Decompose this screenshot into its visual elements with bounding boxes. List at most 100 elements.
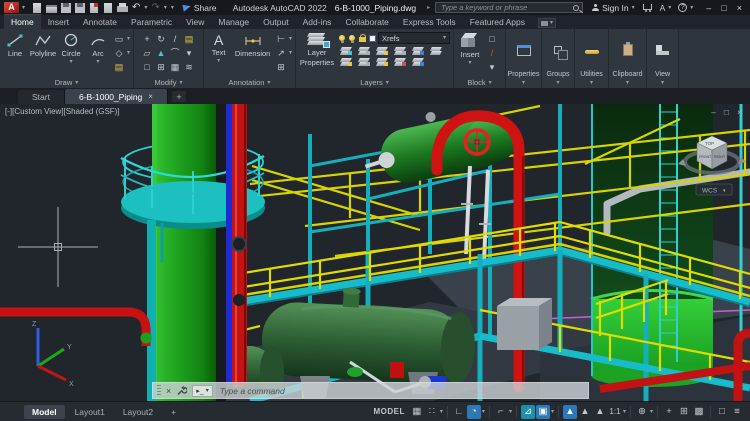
viewport-controls-label[interactable]: [-][Custom View][Shaded (GSF)]	[5, 107, 120, 116]
command-line-bar[interactable]: × ▸_ ▾	[152, 382, 589, 399]
help-dropdown-icon[interactable]: ▾	[690, 5, 693, 11]
leader-icon[interactable]: ↗	[275, 47, 287, 59]
open-file-icon[interactable]	[46, 4, 58, 13]
layer-unisolate-icon[interactable]	[394, 46, 406, 55]
modify-panel-title[interactable]: Modify ▾	[134, 77, 203, 88]
drawing-minimize-button[interactable]: –	[711, 107, 716, 117]
annotation-visibility-toggle[interactable]: ▲	[562, 404, 577, 419]
rect-dropdown-icon[interactable]: ▾	[127, 36, 130, 42]
table-icon[interactable]: ⊞	[275, 61, 287, 73]
save-icon[interactable]	[61, 2, 72, 13]
stretch-icon[interactable]: ≋	[183, 61, 195, 73]
command-bar-grip[interactable]	[157, 385, 161, 396]
insert-dropdown-icon[interactable]: ▾	[468, 60, 471, 66]
sign-in-button[interactable]: Sign In	[602, 3, 628, 13]
draw-panel-title[interactable]: Draw ▾	[0, 77, 133, 88]
save-as-icon[interactable]	[75, 2, 86, 13]
leader-dropdown-icon[interactable]: ▾	[289, 50, 292, 56]
fillet-icon[interactable]: ▲	[155, 47, 167, 59]
search-icon[interactable]	[573, 4, 580, 11]
layer-isolate-icon[interactable]	[376, 46, 388, 55]
create-block-icon[interactable]: □	[486, 33, 498, 45]
autodesk-a-icon[interactable]: A	[660, 3, 666, 13]
tab-document[interactable]: 6-B-1000_Piping ×	[64, 89, 168, 104]
redo-dropdown-icon[interactable]: ▾	[164, 5, 167, 11]
redo-icon[interactable]: ↷	[151, 2, 159, 13]
line-button[interactable]: Line	[3, 31, 27, 58]
command-close-icon[interactable]: ×	[166, 386, 171, 396]
ribbon-tab-parametric[interactable]: Parametric	[124, 15, 179, 29]
layer-freeze2-icon[interactable]	[412, 46, 424, 55]
circle-button[interactable]: Circle ▾	[59, 31, 83, 65]
layers-panel-title[interactable]: Layers ▾	[296, 77, 453, 88]
layer-dropdown-icon[interactable]: ▾	[443, 35, 446, 41]
clipboard-expand-icon[interactable]: ▾	[626, 80, 629, 86]
ribbon-tab-view[interactable]: View	[179, 15, 211, 29]
recent-commands-icon[interactable]: ▾	[206, 388, 209, 394]
print-icon[interactable]	[117, 3, 129, 12]
ellipse-icon[interactable]: ◇	[113, 47, 125, 59]
sheet-icon[interactable]	[104, 2, 113, 13]
logo-dropdown-icon[interactable]: ▾	[22, 5, 25, 11]
help-search-box[interactable]	[435, 2, 584, 13]
isolate-objects-button[interactable]: ⊞	[677, 405, 691, 419]
panel-clipboard[interactable]: Clipboard ▾	[609, 29, 647, 88]
arc-dropdown-icon[interactable]: ▾	[97, 59, 100, 65]
mirror-icon[interactable]: □	[141, 61, 153, 73]
app-store-cart-icon[interactable]	[642, 3, 652, 12]
layer-color-swatch[interactable]	[369, 34, 376, 42]
clean-screen-button[interactable]: □	[715, 405, 729, 419]
search-expand-icon[interactable]: ▸	[427, 4, 430, 11]
block-panel-title[interactable]: Block ▾	[454, 77, 505, 88]
help-search-input[interactable]	[439, 2, 574, 13]
customize-wrench-icon[interactable]	[176, 385, 188, 396]
autocad-logo-icon[interactable]: A	[4, 2, 19, 13]
ribbon-tab-express-tools[interactable]: Express Tools	[396, 15, 463, 29]
model-space-badge[interactable]: MODEL	[374, 407, 405, 416]
trim-icon[interactable]: /	[169, 33, 181, 45]
utilities-expand-icon[interactable]: ▾	[590, 80, 593, 86]
annotation-panel-title[interactable]: Annotation ▾	[204, 77, 295, 88]
snap-toggle[interactable]: ∷	[425, 405, 439, 419]
command-input[interactable]	[217, 384, 584, 397]
model-tab[interactable]: Model	[24, 404, 65, 419]
layer-merge-icon[interactable]	[412, 57, 424, 66]
undo-icon[interactable]: ↶	[132, 2, 140, 13]
qat-customize-icon[interactable]: ▾	[171, 5, 174, 11]
undo-dropdown-icon[interactable]: ▾	[144, 5, 147, 11]
tab-close-icon[interactable]: ×	[148, 92, 153, 101]
annotation-scale-value[interactable]: 1:1	[608, 405, 622, 419]
dimension-button[interactable]: Dimension	[233, 31, 272, 58]
annotation-monitor-toggle[interactable]: +	[662, 405, 676, 419]
layer-prev-icon[interactable]	[358, 46, 370, 55]
edit-block-icon[interactable]: /	[486, 47, 498, 59]
grid-toggle[interactable]: ▦	[410, 405, 424, 419]
circle-dropdown-icon[interactable]: ▾	[70, 59, 73, 65]
close-button[interactable]: ×	[737, 3, 742, 13]
text-button[interactable]: A Text ▾	[207, 31, 230, 64]
drawing-close-button[interactable]: ×	[737, 107, 742, 117]
block-attrs-icon[interactable]: ▾	[486, 61, 498, 73]
layer-select-dropdown[interactable]: Xrefs ▾	[378, 32, 450, 44]
drawing-canvas[interactable]: Z Y X TOP FRONT RIGHT WCS ▾	[0, 104, 750, 401]
isodraft-toggle[interactable]: ⊿	[520, 404, 535, 419]
layer-properties-button[interactable]: Layer Properties	[299, 31, 335, 67]
minimize-button[interactable]: –	[706, 3, 711, 13]
share-button[interactable]: Share	[182, 3, 217, 13]
graphics-performance-toggle[interactable]: ▩	[692, 405, 706, 419]
ribbon-tab-manage[interactable]: Manage	[211, 15, 256, 29]
command-prompt-button[interactable]: ▸_ ▾	[192, 384, 213, 397]
workspace-dropdown-icon[interactable]: ▾	[650, 409, 653, 415]
ortho-toggle[interactable]: ∟	[452, 405, 466, 419]
panel-utilities[interactable]: Utilities ▾	[575, 29, 609, 88]
osnap-dropdown-icon[interactable]: ▾	[551, 409, 554, 415]
copy-icon[interactable]: ▱	[141, 47, 153, 59]
a-dropdown-icon[interactable]: ▾	[668, 5, 671, 11]
array-icon[interactable]: ▦	[169, 61, 181, 73]
text-dropdown-icon[interactable]: ▾	[217, 58, 220, 64]
rectangle-icon[interactable]: ▭	[113, 33, 125, 45]
dim-dropdown-icon[interactable]: ▾	[289, 36, 292, 42]
dimension-style-icon[interactable]: ⊢	[275, 33, 287, 45]
ribbon-tab-home[interactable]: Home	[4, 14, 41, 29]
layer-vpfreeze-icon[interactable]	[394, 57, 406, 66]
